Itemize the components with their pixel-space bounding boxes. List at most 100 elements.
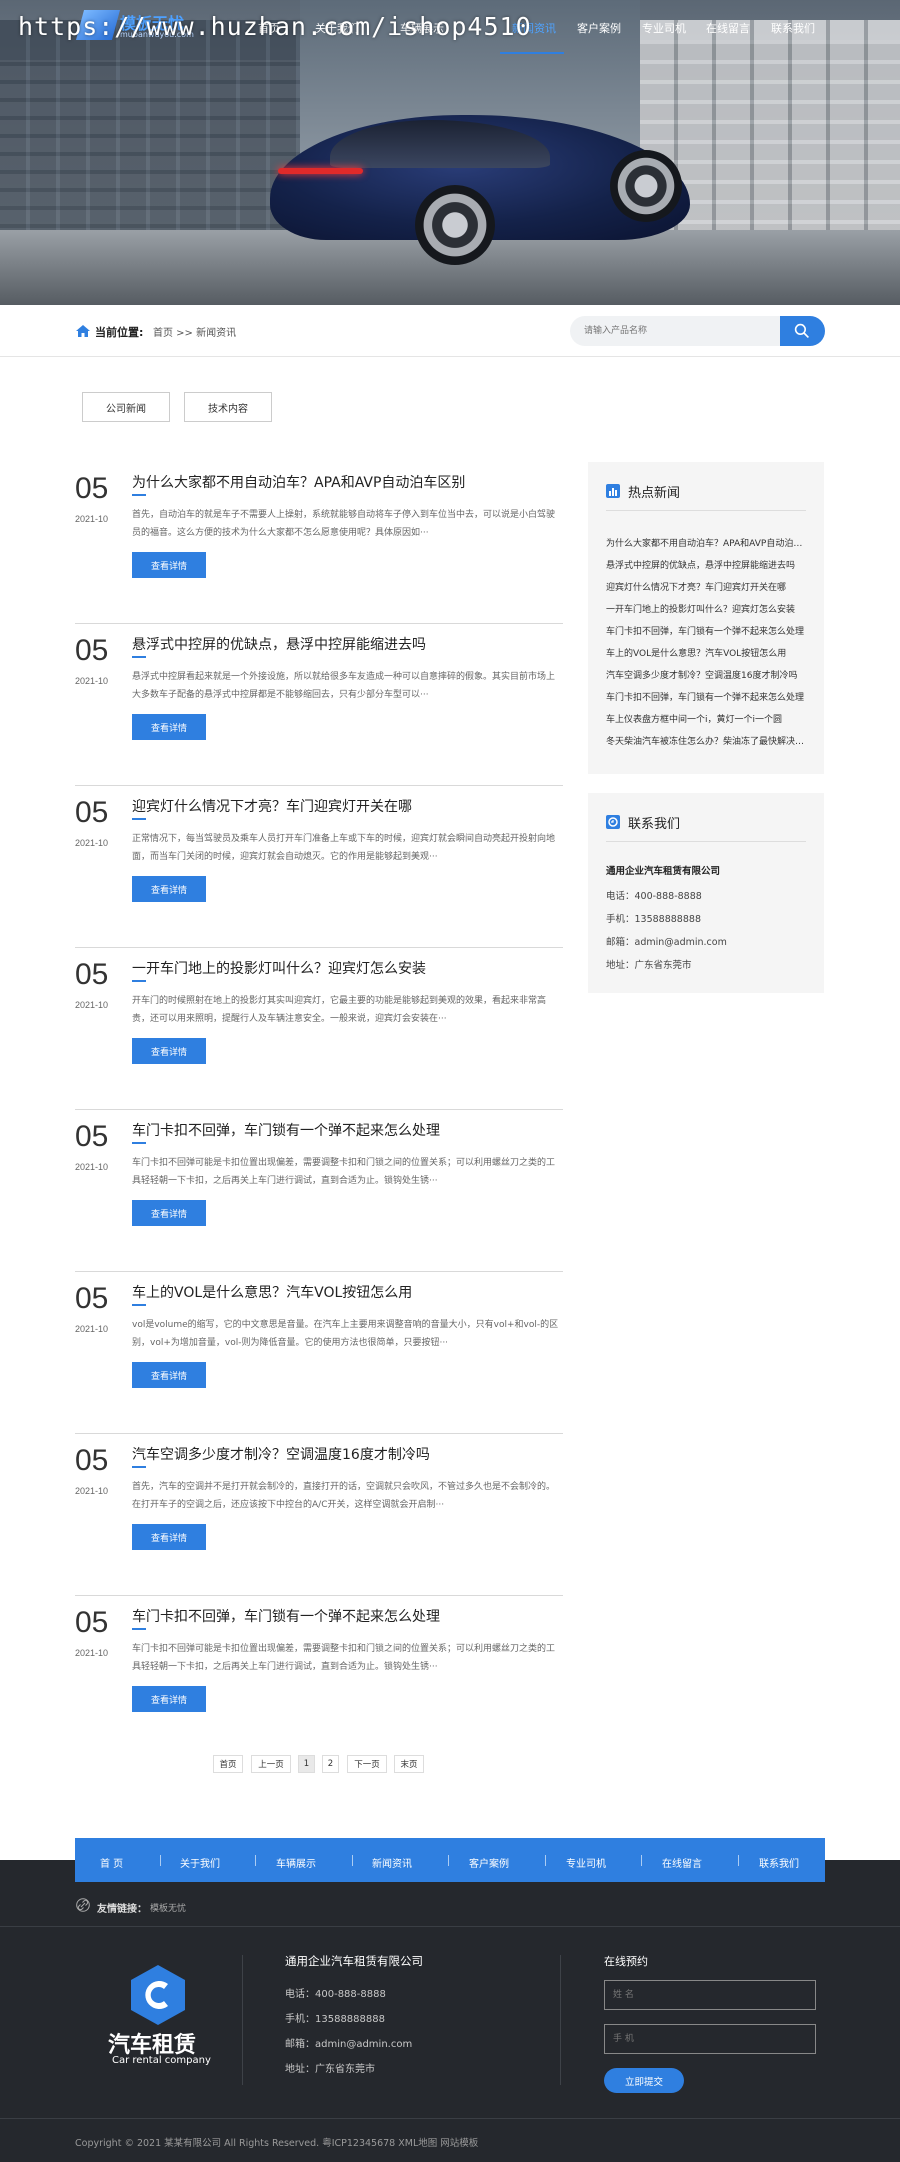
friend-links-label: 友情链接： <box>97 1904 147 1915</box>
nav-item-cases[interactable]: 客户案例 <box>577 20 621 36</box>
hot-news-item[interactable]: 车门卡扣不回弹，车门锁有一个弹不起来怎么处理 <box>606 624 806 637</box>
contact-address: 地址：广东省东莞市 <box>606 960 692 971</box>
hot-news-title: 热点新闻 <box>628 486 681 501</box>
hot-news-panel: 热点新闻 为什么大家都不用自动泊车？APA和AVP自动泊车区别 悬浮式中控屏的优… <box>588 462 824 774</box>
article-title[interactable]: 悬浮式中控屏的优缺点，悬浮中控屏能缩进去吗 <box>132 634 426 654</box>
pagination-last[interactable]: 末页 <box>394 1755 424 1773</box>
footer-nav-message[interactable]: 在线留言 <box>662 1855 702 1870</box>
view-details-button[interactable]: 查看详情 <box>132 1038 206 1064</box>
footer-nav-home[interactable]: 首 页 <box>100 1855 123 1870</box>
view-details-button[interactable]: 查看详情 <box>132 1524 206 1550</box>
article-day: 05 <box>75 634 109 667</box>
search-icon <box>794 323 809 338</box>
car-wheel-front <box>415 185 495 265</box>
article-title[interactable]: 车门卡扣不回弹，车门锁有一个弹不起来怎么处理 <box>132 1606 440 1626</box>
nav-active-indicator <box>500 52 564 54</box>
hot-news-item[interactable]: 迎宾灯什么情况下才亮？车门迎宾灯开关在哪 <box>606 580 806 593</box>
category-company-news[interactable]: 公司新闻 <box>82 392 170 422</box>
article-day: 05 <box>75 472 109 505</box>
contact-icon <box>606 815 620 829</box>
list-item: 05 2021-10 汽车空调多少度才制冷？空调温度16度才制冷吗 首先，汽车的… <box>75 1434 563 1596</box>
pagination-page-1[interactable]: 1 <box>298 1755 315 1773</box>
link-icon <box>76 1898 90 1912</box>
list-item: 05 2021-10 迎宾灯什么情况下才亮？车门迎宾灯开关在哪 正常情况下，每当… <box>75 786 563 948</box>
list-item: 05 2021-10 为什么大家都不用自动泊车？APA和AVP自动泊车区别 首先… <box>75 462 563 624</box>
article-title[interactable]: 汽车空调多少度才制冷？空调温度16度才制冷吗 <box>132 1444 430 1464</box>
article-day: 05 <box>75 1120 109 1153</box>
brand-subtitle: Car rental company <box>112 2055 211 2066</box>
search-input[interactable] <box>570 316 780 346</box>
hot-news-item[interactable]: 车上的VOL是什么意思？汽车VOL按钮怎么用 <box>606 646 806 659</box>
article-summary: 正常情况下，每当驾驶员及乘车人员打开车门准备上车或下车的时候，迎宾灯就会瞬间自动… <box>132 834 556 862</box>
footer-nav-contact[interactable]: 联系我们 <box>759 1855 799 1870</box>
hot-news-item[interactable]: 为什么大家都不用自动泊车？APA和AVP自动泊车区别 <box>606 536 806 549</box>
article-title[interactable]: 车门卡扣不回弹，车门锁有一个弹不起来怎么处理 <box>132 1120 440 1140</box>
hot-news-item[interactable]: 冬天柴油汽车被冻住怎么办？柴油冻了最快解决办法 <box>606 734 806 747</box>
pagination-page-2[interactable]: 2 <box>322 1755 339 1773</box>
pagination-prev[interactable]: 上一页 <box>251 1755 291 1773</box>
hot-news-item[interactable]: 一开车门地上的投影灯叫什么？迎宾灯怎么安装 <box>606 602 806 615</box>
view-details-button[interactable]: 查看详情 <box>132 552 206 578</box>
footer-nav-news[interactable]: 新闻资讯 <box>372 1855 412 1870</box>
article-day: 05 <box>75 1606 109 1639</box>
article-summary: 车门卡扣不回弹可能是卡扣位置出现偏差，需要调整卡扣和门锁之间的位置关系；可以利用… <box>132 1158 556 1186</box>
footer-nav-cases[interactable]: 客户案例 <box>469 1855 509 1870</box>
category-tech-content[interactable]: 技术内容 <box>184 392 272 422</box>
article-month: 2021-10 <box>75 838 109 848</box>
list-item: 05 2021-10 车门卡扣不回弹，车门锁有一个弹不起来怎么处理 车门卡扣不回… <box>75 1110 563 1272</box>
list-item: 05 2021-10 悬浮式中控屏的优缺点，悬浮中控屏能缩进去吗 悬浮式中控屏看… <box>75 624 563 786</box>
hot-news-item[interactable]: 车门卡扣不回弹，车门锁有一个弹不起来怎么处理 <box>606 690 806 703</box>
list-item: 05 2021-10 车上的VOL是什么意思？汽车VOL按钮怎么用 vol是vo… <box>75 1272 563 1434</box>
article-title[interactable]: 迎宾灯什么情况下才亮？车门迎宾灯开关在哪 <box>132 796 412 816</box>
appointment-title: 在线预约 <box>604 1955 648 1968</box>
article-title[interactable]: 为什么大家都不用自动泊车？APA和AVP自动泊车区别 <box>132 472 465 492</box>
article-summary: 开车门的时候照射在地上的投影灯其实叫迎宾灯，它最主要的功能是能够起到美观的效果，… <box>132 996 547 1024</box>
breadcrumb[interactable]: 首页 >> 新闻资讯 <box>153 324 236 339</box>
footer-nav-about[interactable]: 关于我们 <box>180 1855 220 1870</box>
hot-news-item[interactable]: 车上仪表盘方框中间一个i，黄灯一个i一个圆 <box>606 712 806 725</box>
friend-link-item[interactable]: 模板无忧 <box>150 1901 186 1914</box>
copyright: Copyright © 2021 某某有限公司 All Rights Reser… <box>75 2138 479 2149</box>
article-day: 05 <box>75 958 109 991</box>
pagination-first[interactable]: 首页 <box>213 1755 243 1773</box>
contact-mobile: 手机：13588888888 <box>606 914 701 925</box>
submit-button[interactable]: 立即提交 <box>604 2068 684 2093</box>
hot-news-item[interactable]: 汽车空调多少度才制冷？空调温度16度才制冷吗 <box>606 668 806 681</box>
view-details-button[interactable]: 查看详情 <box>132 1200 206 1226</box>
view-details-button[interactable]: 查看详情 <box>132 1362 206 1388</box>
view-details-button[interactable]: 查看详情 <box>132 714 206 740</box>
pagination-next[interactable]: 下一页 <box>347 1755 387 1773</box>
footer-nav-vehicles[interactable]: 车辆展示 <box>276 1855 316 1870</box>
view-details-button[interactable]: 查看详情 <box>132 1686 206 1712</box>
nav-item-message[interactable]: 在线留言 <box>706 20 750 36</box>
article-summary: 首先，汽车的空调并不是打开就会制冷的，直接打开的话，空调就只会吹风，不管过多久也… <box>132 1482 556 1510</box>
article-title[interactable]: 一开车门地上的投影灯叫什么？迎宾灯怎么安装 <box>132 958 426 978</box>
article-title[interactable]: 车上的VOL是什么意思？汽车VOL按钮怎么用 <box>132 1282 412 1302</box>
list-item: 05 2021-10 车门卡扣不回弹，车门锁有一个弹不起来怎么处理 车门卡扣不回… <box>75 1596 563 1758</box>
footer-address: 地址：广东省东莞市 <box>285 2064 375 2075</box>
article-day: 05 <box>75 1282 109 1315</box>
search-button[interactable] <box>780 316 825 346</box>
name-field[interactable] <box>604 1980 816 2010</box>
article-summary: 首先，自动泊车的就是车子不需要人上操射，系统就能够自动将车子停入到车位当中去，可… <box>132 510 556 538</box>
watermark-text: https://www.huzhan.com/ishop4510 <box>18 12 532 41</box>
footer-mobile: 手机：13588888888 <box>285 2014 385 2025</box>
article-summary: 车门卡扣不回弹可能是卡扣位置出现偏差，需要调整卡扣和门锁之间的位置关系；可以利用… <box>132 1644 556 1672</box>
article-month: 2021-10 <box>75 1648 109 1658</box>
contact-company: 通用企业汽车租赁有限公司 <box>606 866 721 877</box>
nav-item-drivers[interactable]: 专业司机 <box>642 20 686 36</box>
footer-phone: 电话：400-888-8888 <box>285 1989 386 2000</box>
footer-email: 邮箱：admin@admin.com <box>285 2039 413 2050</box>
nav-item-contact[interactable]: 联系我们 <box>771 20 815 36</box>
view-details-button[interactable]: 查看详情 <box>132 876 206 902</box>
article-summary: 悬浮式中控屏看起来就是一个外接设施，所以就给很多车友造成一种可以自意摔碎的假象。… <box>132 672 556 700</box>
footer-nav-drivers[interactable]: 专业司机 <box>566 1855 606 1870</box>
car-wheel-rear <box>610 150 682 222</box>
contact-phone: 电话：400-888-8888 <box>606 891 702 902</box>
phone-field[interactable] <box>604 2024 816 2054</box>
article-month: 2021-10 <box>75 1486 109 1496</box>
article-month: 2021-10 <box>75 1324 109 1334</box>
footer-company-name: 通用企业汽车租赁有限公司 <box>285 1954 423 1968</box>
hot-news-item[interactable]: 悬浮式中控屏的优缺点，悬浮中控屏能缩进去吗 <box>606 558 806 571</box>
hero-banner <box>0 0 900 305</box>
